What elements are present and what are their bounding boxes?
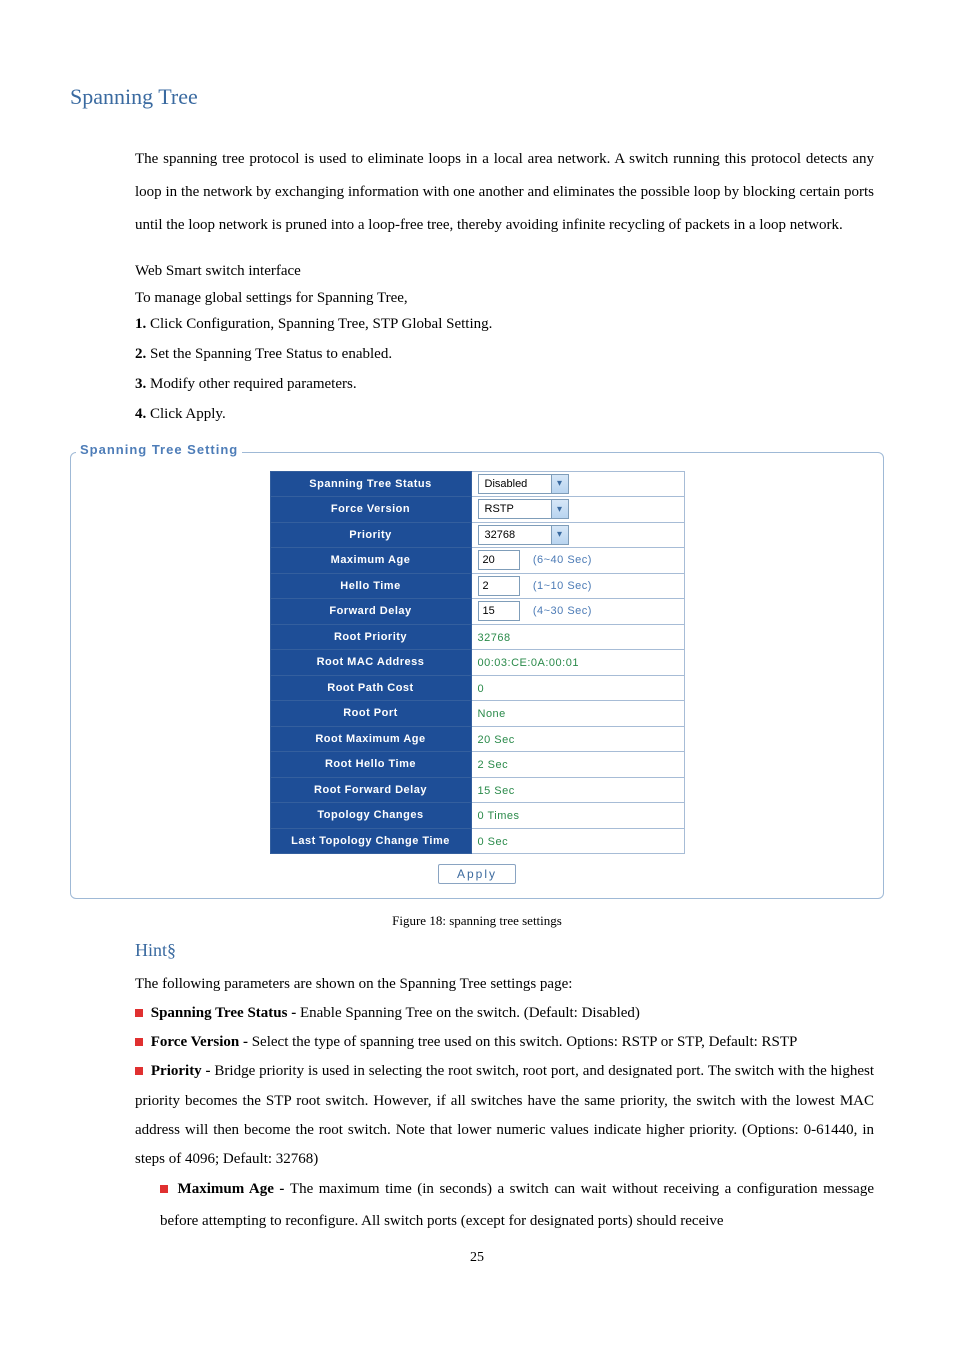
version-select[interactable]: RSTP ▾ bbox=[478, 499, 569, 519]
bullet-icon bbox=[135, 1067, 143, 1075]
row-label: Maximum Age bbox=[270, 548, 471, 574]
row-label: Topology Changes bbox=[270, 803, 471, 829]
section-title: Spanning Tree bbox=[70, 80, 884, 113]
apply-button[interactable]: Apply bbox=[438, 864, 516, 884]
step-4: 4. Click Apply. bbox=[135, 399, 874, 429]
interface-subtext: To manage global settings for Spanning T… bbox=[135, 287, 874, 310]
readonly-value: 15 Sec bbox=[478, 785, 515, 797]
hint-item: Force Version - Select the type of spann… bbox=[135, 1028, 874, 1057]
hint-heading: Hint§ bbox=[135, 937, 884, 964]
range-hint: (4~30 Sec) bbox=[533, 605, 592, 617]
intro-paragraph: The spanning tree protocol is used to el… bbox=[135, 143, 874, 242]
chevron-down-icon: ▾ bbox=[551, 475, 568, 493]
interface-heading: Web Smart switch interface bbox=[135, 260, 874, 283]
row-label: Root Port bbox=[270, 701, 471, 727]
page-number: 25 bbox=[70, 1247, 884, 1268]
readonly-value: None bbox=[478, 708, 506, 720]
row-label: Last Topology Change Time bbox=[270, 828, 471, 854]
hint-item: Maximum Age - The maximum time (in secon… bbox=[160, 1174, 874, 1237]
range-hint: (1~10 Sec) bbox=[533, 580, 592, 592]
row-label: Root Maximum Age bbox=[270, 726, 471, 752]
readonly-value: 32768 bbox=[478, 632, 511, 644]
row-label: Spanning Tree Status bbox=[270, 471, 471, 497]
priority-select[interactable]: 32768 ▾ bbox=[478, 525, 569, 545]
hint-intro: The following parameters are shown on th… bbox=[135, 970, 874, 999]
row-label: Root MAC Address bbox=[270, 650, 471, 676]
readonly-value: 0 Times bbox=[478, 810, 520, 822]
readonly-value: 20 Sec bbox=[478, 734, 515, 746]
stp-settings-panel: Spanning Tree Status Disabled ▾ Force Ve… bbox=[70, 452, 884, 900]
chevron-down-icon: ▾ bbox=[551, 526, 568, 544]
figure-caption: Figure 18: spanning tree settings bbox=[70, 911, 884, 931]
step-1: 1. Click Configuration, Spanning Tree, S… bbox=[135, 309, 874, 339]
readonly-value: 00:03:CE:0A:00:01 bbox=[478, 657, 579, 669]
row-label: Hello Time bbox=[270, 573, 471, 599]
row-label: Root Hello Time bbox=[270, 752, 471, 778]
chevron-down-icon: ▾ bbox=[551, 500, 568, 518]
step-2: 2. Set the Spanning Tree Status to enabl… bbox=[135, 339, 874, 369]
row-label: Root Forward Delay bbox=[270, 777, 471, 803]
row-label: Forward Delay bbox=[270, 599, 471, 625]
row-label: Root Priority bbox=[270, 624, 471, 650]
bullet-icon bbox=[160, 1185, 168, 1193]
fwd-input[interactable]: 15 bbox=[478, 601, 520, 621]
bullet-icon bbox=[135, 1009, 143, 1017]
readonly-value: 0 bbox=[478, 683, 485, 695]
bullet-icon bbox=[135, 1038, 143, 1046]
status-select[interactable]: Disabled ▾ bbox=[478, 474, 569, 494]
hint-item: Priority - Bridge priority is used in se… bbox=[135, 1057, 874, 1174]
hello-input[interactable]: 2 bbox=[478, 576, 520, 596]
hint-item: Spanning Tree Status - Enable Spanning T… bbox=[135, 999, 874, 1028]
range-hint: (6~40 Sec) bbox=[533, 554, 592, 566]
row-label: Root Path Cost bbox=[270, 675, 471, 701]
row-label: Priority bbox=[270, 522, 471, 548]
readonly-value: 0 Sec bbox=[478, 836, 509, 848]
row-label: Force Version bbox=[270, 497, 471, 523]
step-3: 3. Modify other required parameters. bbox=[135, 369, 874, 399]
stp-table: Spanning Tree Status Disabled ▾ Force Ve… bbox=[270, 471, 685, 855]
readonly-value: 2 Sec bbox=[478, 759, 509, 771]
panel-legend: Spanning Tree Setting bbox=[76, 440, 242, 460]
maxage-input[interactable]: 20 bbox=[478, 550, 520, 570]
